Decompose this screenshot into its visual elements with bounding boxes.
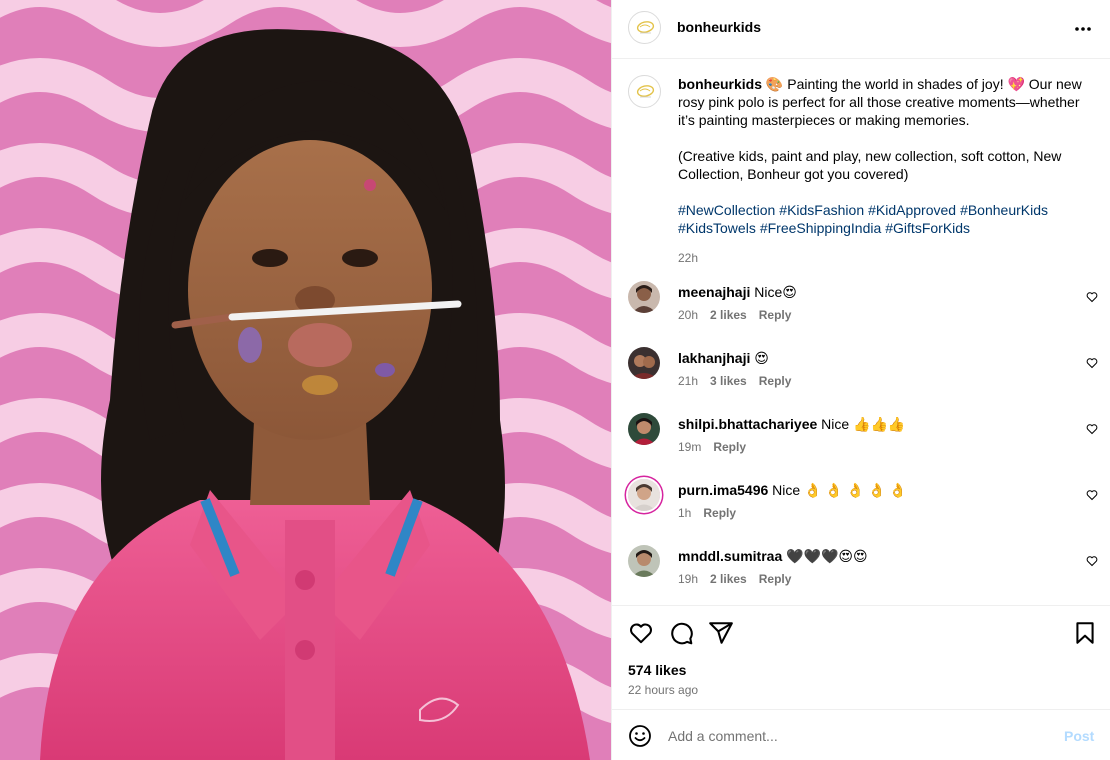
avatar-photo bbox=[628, 479, 660, 511]
comment-body: 🖤🖤🖤😍😍 bbox=[782, 548, 868, 564]
comment-time[interactable]: 21h bbox=[678, 374, 698, 388]
profile-avatar[interactable] bbox=[628, 11, 661, 44]
comment-body: Nice 👌 👌 👌 👌 👌 bbox=[768, 482, 907, 498]
post-photo bbox=[0, 0, 611, 760]
comment-meta: 19h 2 likes Reply bbox=[678, 572, 803, 586]
comment-likes[interactable]: 2 likes bbox=[710, 572, 747, 586]
caption-paragraph-1: bonheurkids 🎨 Painting the world in shad… bbox=[678, 75, 1088, 129]
comment-username[interactable]: purn.ima5496 bbox=[678, 482, 768, 498]
avatar-photo bbox=[628, 413, 660, 445]
comment-meta: 19m Reply bbox=[678, 440, 758, 454]
post-image[interactable] bbox=[0, 0, 611, 760]
caption-hashtags: #NewCollection #KidsFashion #KidApproved #B… bbox=[678, 201, 1088, 237]
heart-icon[interactable] bbox=[1086, 489, 1098, 501]
caption-body: bonheurkids 🎨 Painting the world in shad… bbox=[678, 75, 1088, 267]
commenter-avatar[interactable] bbox=[628, 413, 660, 445]
caption-paragraph-2: (Creative kids, paint and play, new coll… bbox=[678, 148, 1062, 182]
reply-button[interactable]: Reply bbox=[759, 308, 792, 322]
hashtag-link[interactable]: #FreeShippingIndia bbox=[760, 220, 881, 236]
bookmark-icon[interactable] bbox=[1072, 620, 1098, 646]
comment-likes[interactable]: 2 likes bbox=[710, 308, 747, 322]
heart-icon[interactable] bbox=[1086, 357, 1098, 369]
comment-composer: Post bbox=[612, 709, 1110, 760]
hashtag-link[interactable]: #GiftsForKids bbox=[885, 220, 970, 236]
comment-input[interactable] bbox=[668, 722, 1048, 750]
avatar-photo bbox=[628, 545, 660, 577]
brand-logo-icon bbox=[636, 21, 655, 34]
comment-text: mnddl.sumitraa 🖤🖤🖤😍😍 bbox=[678, 547, 868, 565]
comment-time[interactable]: 19m bbox=[678, 440, 701, 454]
comment-username[interactable]: mnddl.sumitraa bbox=[678, 548, 782, 564]
commenter-avatar[interactable] bbox=[628, 545, 660, 577]
comment-body: Nice 👍👍👍 bbox=[817, 416, 906, 432]
hashtag-link[interactable]: #BonheurKids bbox=[960, 202, 1048, 218]
brand-logo-icon bbox=[636, 85, 655, 98]
heart-icon[interactable] bbox=[1086, 291, 1098, 303]
commenter-avatar-story-ring[interactable] bbox=[628, 479, 660, 511]
comment-item: lakhanjhaji 😍 21h 3 likes Reply bbox=[628, 347, 1098, 399]
comment-time[interactable]: 1h bbox=[678, 506, 691, 520]
comment-item: meenajhaji Nice😍 20h 2 likes Reply bbox=[628, 281, 1098, 333]
comment-time[interactable]: 20h bbox=[678, 308, 698, 322]
hashtag-link[interactable]: #KidsFashion bbox=[779, 202, 864, 218]
comment-username[interactable]: shilpi.bhattachariyee bbox=[678, 416, 817, 432]
caption-timestamp[interactable]: 22h bbox=[678, 249, 1088, 267]
comment-likes[interactable]: 3 likes bbox=[710, 374, 747, 388]
hashtag-link[interactable]: #KidApproved bbox=[868, 202, 956, 218]
heart-icon[interactable] bbox=[628, 620, 654, 646]
comment-text: meenajhaji Nice😍 bbox=[678, 283, 797, 301]
comment-meta: 21h 3 likes Reply bbox=[678, 374, 803, 388]
avatar-photo bbox=[628, 347, 660, 379]
caption-avatar[interactable] bbox=[628, 75, 661, 108]
comment-body: 😍 bbox=[750, 350, 769, 366]
comment-username[interactable]: lakhanjhaji bbox=[678, 350, 750, 366]
comment-username[interactable]: meenajhaji bbox=[678, 284, 750, 300]
comment-item: shilpi.bhattachariyee Nice 👍👍👍 19m Reply bbox=[628, 413, 1098, 465]
heart-icon[interactable] bbox=[1086, 423, 1098, 435]
reply-button[interactable]: Reply bbox=[759, 572, 792, 586]
post-timestamp: 22 hours ago bbox=[628, 683, 699, 697]
commenter-avatar[interactable] bbox=[628, 281, 660, 313]
post-details-panel: bonheurkids bonheurkids 🎨 Painting the w… bbox=[611, 0, 1110, 760]
post-header: bonheurkids bbox=[612, 0, 1110, 59]
hashtag-link[interactable]: #KidsTowels bbox=[678, 220, 756, 236]
hashtag-link[interactable]: #NewCollection bbox=[678, 202, 775, 218]
comment-meta: 20h 2 likes Reply bbox=[678, 308, 803, 322]
comment-item: purn.ima5496 Nice 👌 👌 👌 👌 👌 1h Reply bbox=[628, 479, 1098, 531]
likes-count[interactable]: 574 likes bbox=[628, 662, 686, 678]
comment-bubble-icon[interactable] bbox=[668, 620, 694, 646]
post-comment-button[interactable]: Post bbox=[1064, 728, 1094, 744]
post-actions: 574 likes 22 hours ago bbox=[612, 605, 1110, 709]
reply-button[interactable]: Reply bbox=[703, 506, 736, 520]
comment-body: Nice😍 bbox=[750, 284, 797, 300]
commenter-avatar[interactable] bbox=[628, 347, 660, 379]
comments-scroll-area[interactable]: bonheurkids 🎨 Painting the world in shad… bbox=[612, 59, 1110, 605]
avatar-photo bbox=[628, 281, 660, 313]
comment-text: lakhanjhaji 😍 bbox=[678, 349, 769, 367]
more-horizontal-icon[interactable] bbox=[1072, 18, 1094, 40]
header-username[interactable]: bonheurkids bbox=[677, 19, 761, 35]
caption-username[interactable]: bonheurkids bbox=[678, 76, 762, 92]
comment-meta: 1h Reply bbox=[678, 506, 748, 520]
comment-time[interactable]: 19h bbox=[678, 572, 698, 586]
comment-item: mnddl.sumitraa 🖤🖤🖤😍😍 19h 2 likes Reply bbox=[628, 545, 1098, 597]
heart-icon[interactable] bbox=[1086, 555, 1098, 567]
paper-plane-icon[interactable] bbox=[708, 620, 734, 646]
reply-button[interactable]: Reply bbox=[759, 374, 792, 388]
smiley-icon[interactable] bbox=[628, 724, 652, 748]
comment-text: shilpi.bhattachariyee Nice 👍👍👍 bbox=[678, 415, 905, 433]
comment-text: purn.ima5496 Nice 👌 👌 👌 👌 👌 bbox=[678, 481, 907, 499]
reply-button[interactable]: Reply bbox=[713, 440, 746, 454]
